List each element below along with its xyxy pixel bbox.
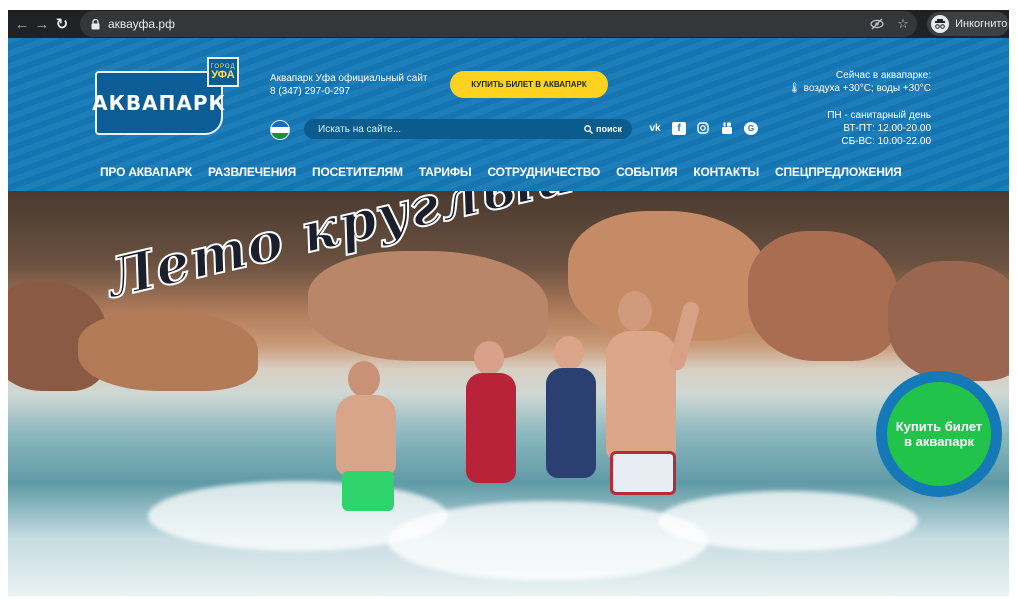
- hours-weekdays: ВТ-ПТ: 12.00-20.00: [843, 123, 931, 134]
- person-figure: [308, 361, 428, 521]
- phone-number[interactable]: 8 (347) 297-0-297: [270, 85, 428, 98]
- instagram-icon[interactable]: [696, 121, 710, 135]
- menu-item-contacts[interactable]: КОНТАКТЫ: [693, 165, 759, 179]
- site-logo[interactable]: АКВАПАРК ГОРОД УФА: [92, 57, 239, 141]
- opening-hours: ПН - санитарный день ВТ-ПТ: 12.00-20.00 …: [827, 109, 931, 148]
- eye-off-icon[interactable]: [869, 16, 885, 32]
- hours-weekend: СБ-ВС: 10.00-22.00: [841, 136, 931, 147]
- menu-item-entertainment[interactable]: РАЗВЛЕЧЕНИЯ: [208, 165, 296, 179]
- menu-item-special-offers[interactable]: СПЕЦПРЕДЛОЖЕНИЯ: [775, 165, 902, 179]
- weather-values-row: 🌡 воздуха +30°C; воды +30°C: [788, 82, 931, 95]
- buy-ticket-circle-label[interactable]: Купить билет в аквапарк: [887, 382, 991, 486]
- city-badge-big: УФА: [211, 68, 235, 81]
- hero-banner[interactable]: Лето круглый год! Купить билет в аквапар…: [8, 191, 1009, 596]
- weather-title: Сейчас в аквапарке:: [835, 70, 931, 81]
- menu-item-events[interactable]: СОБЫТИЯ: [616, 165, 677, 179]
- url-text[interactable]: аквауфа.рф: [108, 17, 175, 31]
- profile-label: Инкогнито: [955, 18, 1008, 30]
- logo-word: АКВАПАРК: [92, 91, 226, 115]
- back-arrow-icon[interactable]: ←: [12, 14, 32, 34]
- forward-arrow-icon[interactable]: →: [32, 14, 52, 34]
- site-search: поиск: [304, 119, 632, 139]
- buy-ticket-circle-button[interactable]: Купить билет в аквапарк: [876, 371, 1002, 497]
- browser-toolbar: ← → ↻ аквауфа.рф ☆ Инкогнито: [8, 10, 1010, 38]
- logo-plate: АКВАПАРК: [92, 71, 226, 135]
- youtube-icon[interactable]: [720, 121, 734, 135]
- bashkortostan-flag-icon: [270, 120, 290, 140]
- facebook-icon[interactable]: f: [672, 121, 686, 135]
- person-figure: [588, 291, 728, 521]
- main-menu: ПРО АКВАПАРК РАЗВЛЕЧЕНИЯ ПОСЕТИТЕЛЯМ ТАР…: [100, 165, 902, 179]
- search-button[interactable]: поиск: [584, 124, 622, 134]
- address-bar[interactable]: аквауфа.рф ☆: [79, 11, 918, 37]
- weather-values: воздуха +30°C; воды +30°C: [803, 83, 931, 94]
- menu-item-tariffs[interactable]: ТАРИФЫ: [419, 165, 472, 179]
- search-button-label: поиск: [596, 124, 622, 134]
- thermometer-icon: 🌡: [788, 83, 801, 94]
- buy-ticket-button[interactable]: КУПИТЬ БИЛЕТ В АКВАПАРК: [450, 71, 608, 98]
- city-badge: ГОРОД УФА: [207, 57, 239, 87]
- search-input[interactable]: [318, 123, 558, 135]
- social-links: vk f G: [648, 121, 758, 135]
- incognito-icon: [931, 15, 950, 33]
- rock-decoration: [78, 311, 258, 391]
- rock-decoration: [748, 231, 898, 361]
- rock-decoration: [888, 261, 1009, 381]
- google-plus-icon[interactable]: G: [744, 121, 758, 135]
- site-info: Аквапарк Уфа официальный сайт 8 (347) 29…: [270, 72, 428, 98]
- incognito-profile-button[interactable]: Инкогнито: [927, 12, 1010, 36]
- hours-monday: ПН - санитарный день: [827, 110, 931, 121]
- site-title: Аквапарк Уфа официальный сайт: [270, 73, 428, 84]
- star-icon[interactable]: ☆: [895, 16, 911, 32]
- person-figure: [448, 341, 538, 511]
- vk-icon[interactable]: vk: [648, 121, 662, 135]
- reload-icon[interactable]: ↻: [52, 14, 72, 34]
- menu-item-cooperation[interactable]: СОТРУДНИЧЕСТВО: [487, 165, 600, 179]
- site-header: АКВАПАРК ГОРОД УФА Аквапарк Уфа официаль…: [8, 38, 1009, 191]
- weather-info: Сейчас в аквапарке: 🌡 воздуха +30°C; вод…: [788, 69, 931, 95]
- lock-icon[interactable]: [90, 17, 102, 31]
- search-icon: [584, 124, 594, 134]
- menu-item-about[interactable]: ПРО АКВАПАРК: [100, 165, 192, 179]
- menu-item-visitors[interactable]: ПОСЕТИТЕЛЯМ: [312, 165, 403, 179]
